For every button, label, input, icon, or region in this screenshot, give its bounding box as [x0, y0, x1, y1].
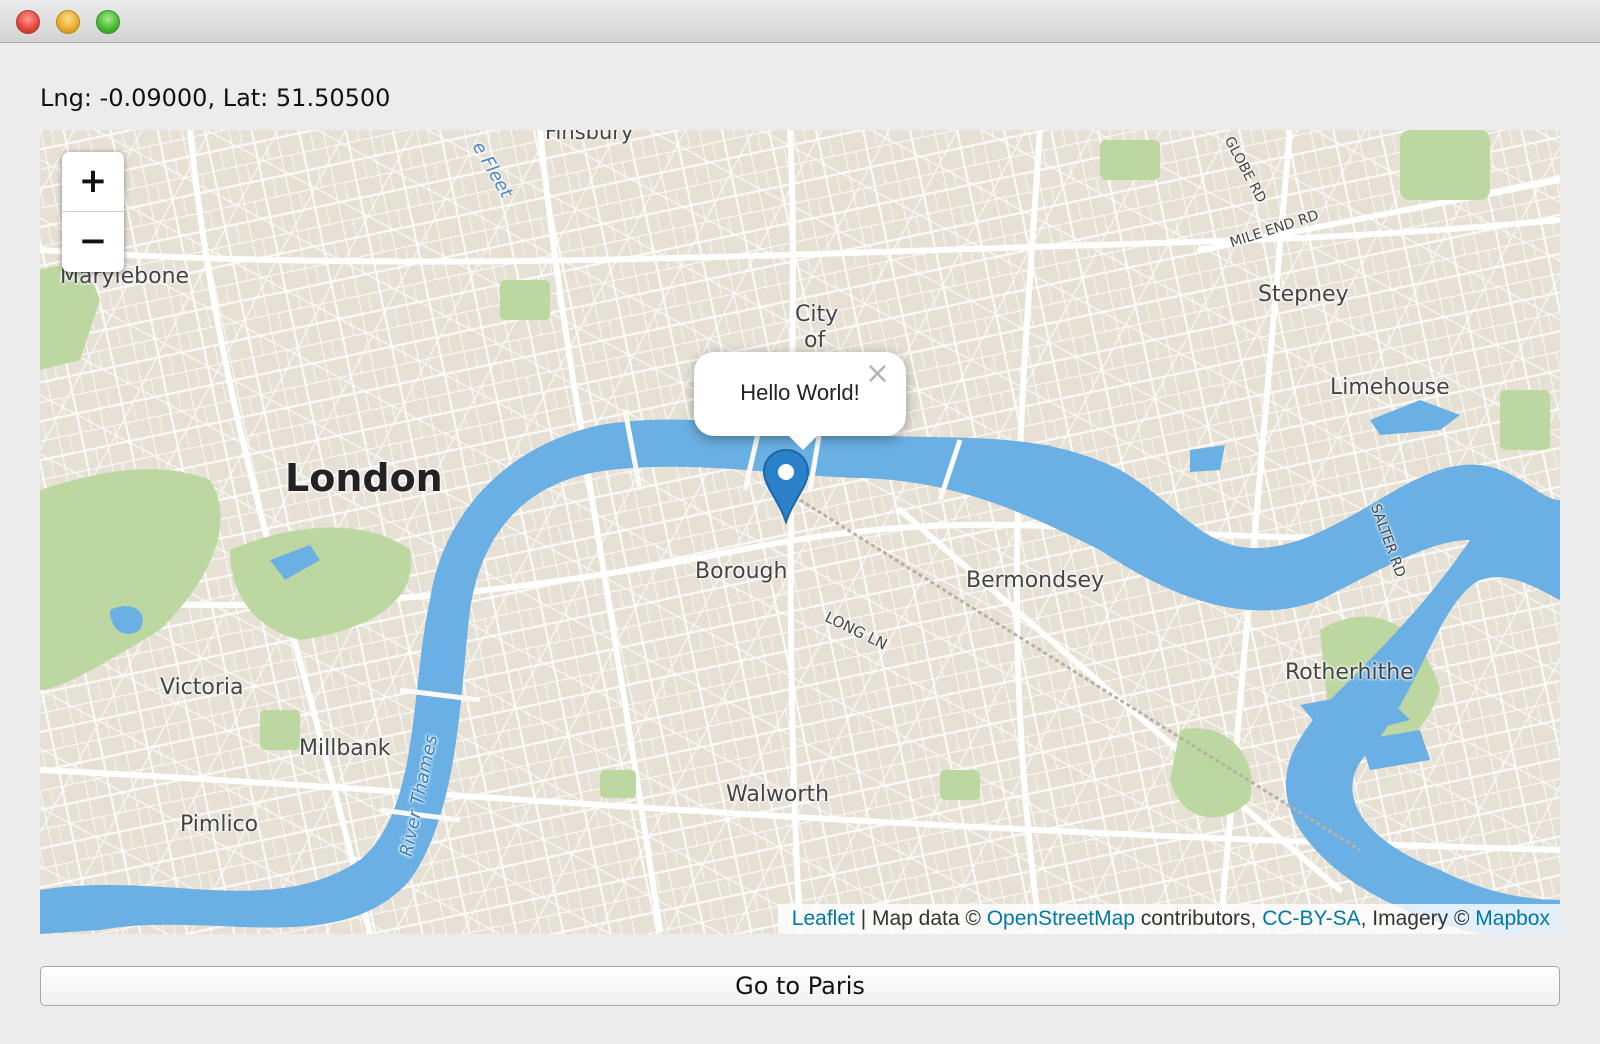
- zoom-control: + −: [62, 152, 124, 272]
- map-marker-icon[interactable]: [761, 448, 811, 524]
- zoom-out-button[interactable]: −: [62, 212, 124, 272]
- coordinates-label: Lng: -0.09000, Lat: 51.50500: [40, 84, 391, 112]
- place-label-walworth: Walworth: [726, 782, 830, 807]
- place-label-city-of: of: [804, 328, 826, 353]
- popup-tip: [783, 430, 823, 450]
- go-to-paris-button[interactable]: Go to Paris: [40, 966, 1560, 1006]
- window-titlebar: [0, 0, 1600, 43]
- place-label-rotherhithe: Rotherhithe: [1285, 660, 1414, 685]
- map-view[interactable]: Finsbury e Fleet Marylebone City of Lond…: [40, 130, 1560, 934]
- map-popup: × Hello World!: [694, 352, 906, 436]
- place-label-bermondsey: Bermondsey: [966, 568, 1105, 593]
- attribution-text-3: , Imagery ©: [1360, 907, 1476, 930]
- place-label-finsbury: Finsbury: [545, 130, 634, 144]
- place-label-city: City: [795, 302, 839, 327]
- place-label-london: London: [285, 456, 443, 500]
- zoom-in-button[interactable]: +: [62, 152, 124, 212]
- map-attribution: Leaflet | Map data © OpenStreetMap contr…: [777, 904, 1560, 934]
- place-label-victoria: Victoria: [160, 675, 244, 700]
- attribution-mapbox-link[interactable]: Mapbox: [1475, 907, 1550, 930]
- attribution-text-2: contributors,: [1134, 907, 1263, 930]
- popup-text: Hello World!: [740, 380, 860, 405]
- place-label-stepney: Stepney: [1258, 282, 1349, 307]
- window-close-button[interactable]: [16, 10, 40, 34]
- attribution-osm-link[interactable]: OpenStreetMap: [987, 907, 1135, 930]
- attribution-leaflet-link[interactable]: Leaflet: [792, 907, 855, 930]
- place-label-pimlico: Pimlico: [180, 812, 259, 837]
- place-label-millbank: Millbank: [299, 736, 391, 761]
- place-label-borough: Borough: [695, 559, 788, 584]
- window-zoom-button[interactable]: [96, 10, 120, 34]
- window-minimize-button[interactable]: [56, 10, 80, 34]
- attribution-text-1: | Map data ©: [854, 907, 987, 930]
- map-tiles: [40, 130, 1560, 934]
- attribution-license-link[interactable]: CC-BY-SA: [1262, 907, 1360, 930]
- place-label-limehouse: Limehouse: [1330, 375, 1450, 400]
